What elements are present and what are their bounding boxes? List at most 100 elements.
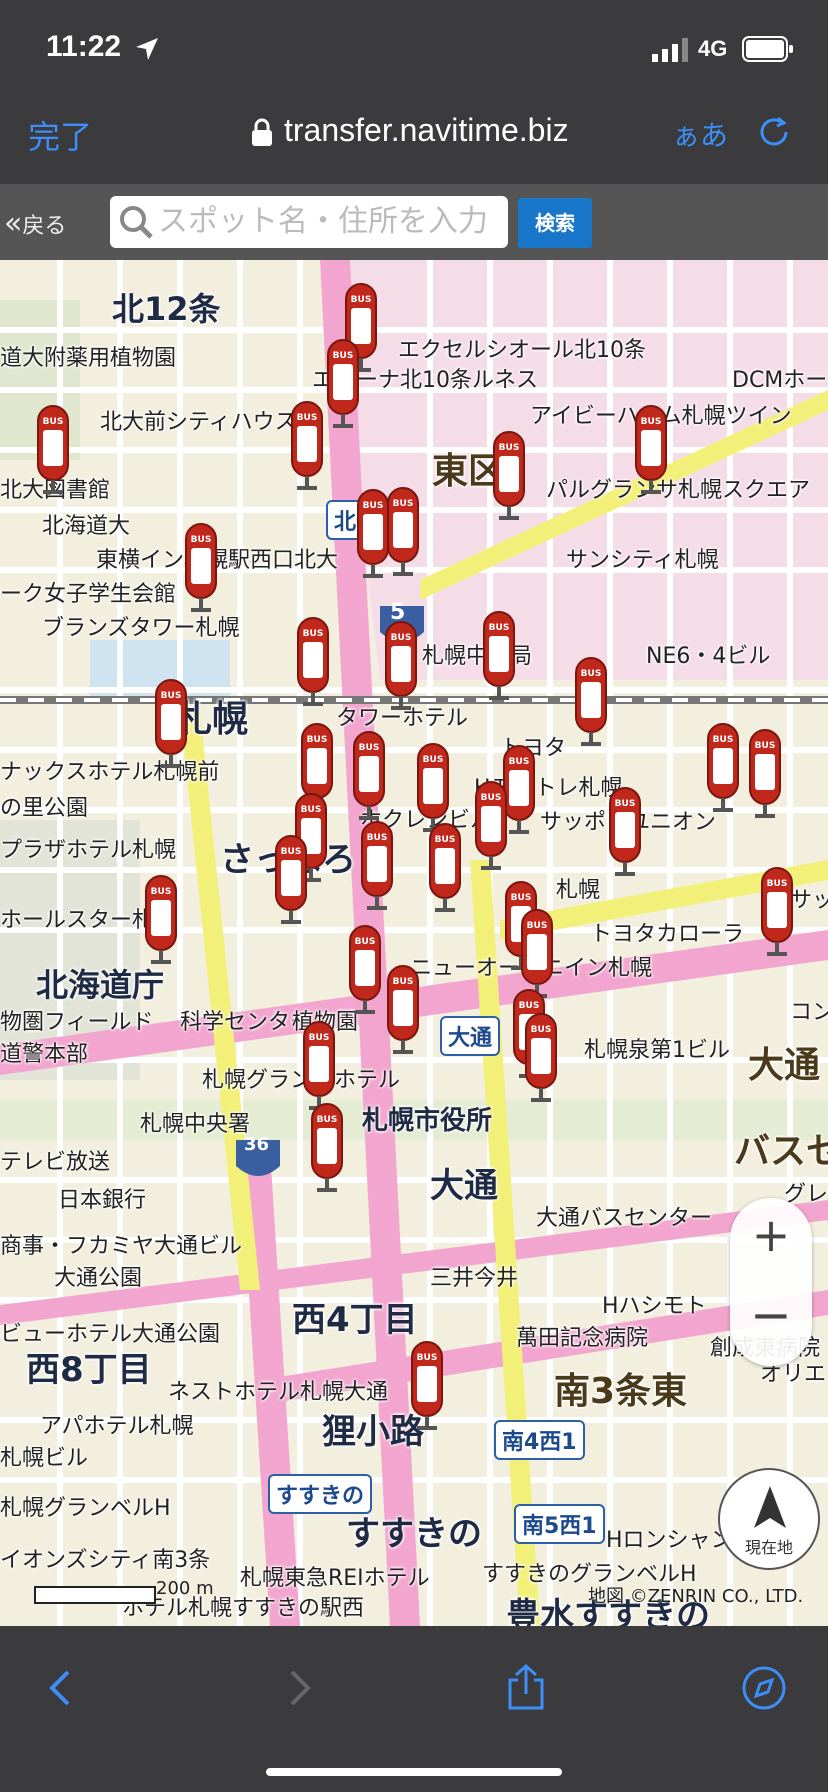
poi-label: 札幌グランドホテル [202, 1068, 401, 1093]
bus-stop-icon[interactable]: BUS [154, 678, 188, 770]
station-minami4nishi1[interactable]: 南4西1 [494, 1420, 585, 1460]
bus-stop-icon[interactable]: BUS [302, 1020, 336, 1112]
bus-stop-icon[interactable]: BUS [748, 728, 782, 820]
poi-label: ビューホテル大通公園 [0, 1322, 221, 1347]
navigation-arrow-icon [754, 1486, 786, 1528]
bus-stop-icon[interactable]: BUS [634, 404, 668, 496]
bus-stop-icon[interactable]: BUS [274, 834, 308, 926]
compass-icon[interactable] [740, 1664, 788, 1712]
poi-label: DCMホー [732, 368, 828, 393]
svg-text:BUS: BUS [499, 443, 520, 453]
bus-stop-icon[interactable]: BUS [384, 620, 418, 712]
bus-stop-icon[interactable]: BUS [144, 874, 178, 966]
poi-label: サッ [790, 888, 828, 913]
bus-stop-icon[interactable]: BUS [474, 780, 508, 872]
poi-label: テレビ放送 [0, 1150, 111, 1175]
bus-stop-icon[interactable]: BUS [386, 964, 420, 1056]
search-row: «戻る スポット名・住所を入力 検索 [0, 184, 828, 260]
search-input[interactable]: スポット名・住所を入力 [110, 196, 508, 248]
bus-stop-icon[interactable]: BUS [524, 1012, 558, 1104]
poi-label: の里公園 [0, 796, 89, 821]
poi-label: 道警本部 [0, 1042, 89, 1067]
district-odori: 大通 [430, 1166, 498, 1206]
bus-stop-icon[interactable]: BUS [36, 404, 70, 496]
svg-text:BUS: BUS [281, 847, 302, 857]
search-icon [120, 206, 153, 239]
bus-stop-icon[interactable]: BUS [184, 522, 218, 614]
svg-text:BUS: BUS [489, 623, 510, 633]
address-bar[interactable]: transfer.navitime.biz [284, 112, 569, 149]
bus-stop-icon[interactable]: BUS [574, 656, 608, 748]
station-susukino[interactable]: すすきの [268, 1474, 373, 1514]
bus-stop-icon[interactable]: BUS [386, 486, 420, 578]
status-time: 11:22 [46, 30, 122, 63]
forward-arrow-icon[interactable] [274, 1664, 322, 1712]
district-kita12jo: 北12条 [112, 290, 221, 328]
bus-stop-icon[interactable]: BUS [310, 1102, 344, 1194]
search-button[interactable]: 検索 [518, 198, 592, 248]
poi-label: NE6・4ビル [646, 644, 771, 669]
bus-stop-icon[interactable]: BUS [492, 430, 526, 522]
bus-stop-icon[interactable]: BUS [296, 616, 330, 708]
poi-label: 萬田記念病院 [516, 1326, 649, 1351]
search-placeholder: スポット名・住所を入力 [158, 204, 488, 239]
location-arrow-icon [136, 38, 158, 60]
bus-stop-icon[interactable]: BUS [352, 730, 386, 822]
map-view[interactable]: 5 36 北12条 東区 札幌 さっぽろ 大通 西4丁目 西8丁目 狸小路 すす… [0, 260, 828, 1626]
back-label: 戻る [22, 214, 67, 239]
poi-label: 道大附薬用植物園 [0, 346, 177, 371]
svg-text:BUS: BUS [301, 805, 322, 815]
bus-stop-icon[interactable]: BUS [290, 400, 324, 492]
bus-stop-icon[interactable]: BUS [356, 488, 390, 580]
bus-stop-icon[interactable]: BUS [428, 822, 462, 914]
done-button[interactable]: 完了 [28, 112, 92, 158]
svg-text:BUS: BUS [519, 1001, 540, 1011]
bus-stop-icon[interactable]: BUS [348, 924, 382, 1016]
share-icon[interactable] [502, 1664, 550, 1712]
poi-label: 物圏フィールド [0, 1010, 154, 1035]
bus-stop-icon[interactable]: BUS [520, 908, 554, 1000]
text-size-button[interactable]: ぁあ [672, 114, 728, 154]
poi-label: アパホテル札幌 [40, 1414, 194, 1439]
bus-stop-icon[interactable]: BUS [608, 786, 642, 878]
svg-text:BUS: BUS [191, 535, 212, 545]
double-chevron-left-icon: « [4, 206, 23, 241]
bus-stop-icon[interactable]: BUS [706, 722, 740, 814]
district-nishi4: 西4丁目 [292, 1300, 418, 1340]
station-minami5nishi1[interactable]: 南5西1 [514, 1504, 605, 1544]
poi-label: 大通バスセンター [536, 1206, 713, 1231]
zoom-in-button[interactable]: + [730, 1208, 812, 1262]
bus-stop-icon[interactable]: BUS [326, 338, 360, 430]
svg-text:BUS: BUS [43, 417, 64, 427]
lock-icon [252, 118, 272, 146]
bus-stop-icon[interactable]: BUS [416, 742, 450, 834]
zoom-out-button[interactable]: − [730, 1286, 812, 1344]
svg-text:BUS: BUS [151, 887, 172, 897]
poi-label: ーク女子学生会館 [0, 582, 177, 607]
back-arrow-icon[interactable] [38, 1664, 86, 1712]
status-bar: 11:22 4G [0, 0, 828, 100]
svg-text:BUS: BUS [391, 633, 412, 643]
svg-text:BUS: BUS [435, 835, 456, 845]
district-nishi8: 西8丁目 [26, 1350, 152, 1390]
current-location-button[interactable]: 現在地 [718, 1468, 820, 1570]
bus-stop-icon[interactable]: BUS [360, 820, 394, 912]
bus-stop-icon[interactable]: BUS [410, 1340, 444, 1432]
bus-stop-icon[interactable]: BUS [760, 866, 794, 958]
poi-label: 札幌グランベルH [0, 1496, 171, 1521]
poi-label: サンシティ札幌 [566, 548, 719, 573]
svg-text:BUS: BUS [393, 499, 414, 509]
svg-text:BUS: BUS [417, 1353, 438, 1363]
browser-toolbar [0, 1626, 828, 1792]
poi-label: 三井今井 [430, 1266, 519, 1291]
reload-icon[interactable] [756, 114, 792, 150]
poi-label: 札幌東急REIホテル [240, 1566, 430, 1591]
svg-text:BUS: BUS [767, 879, 788, 889]
poi-label: 札幌中央署 [140, 1112, 251, 1137]
svg-text:BUS: BUS [713, 735, 734, 745]
station-odori[interactable]: 大通 [440, 1016, 501, 1056]
home-indicator [266, 1768, 562, 1776]
bus-stop-icon[interactable]: BUS [482, 610, 516, 702]
svg-text:BUS: BUS [355, 937, 376, 947]
back-link[interactable]: «戻る [4, 206, 66, 241]
